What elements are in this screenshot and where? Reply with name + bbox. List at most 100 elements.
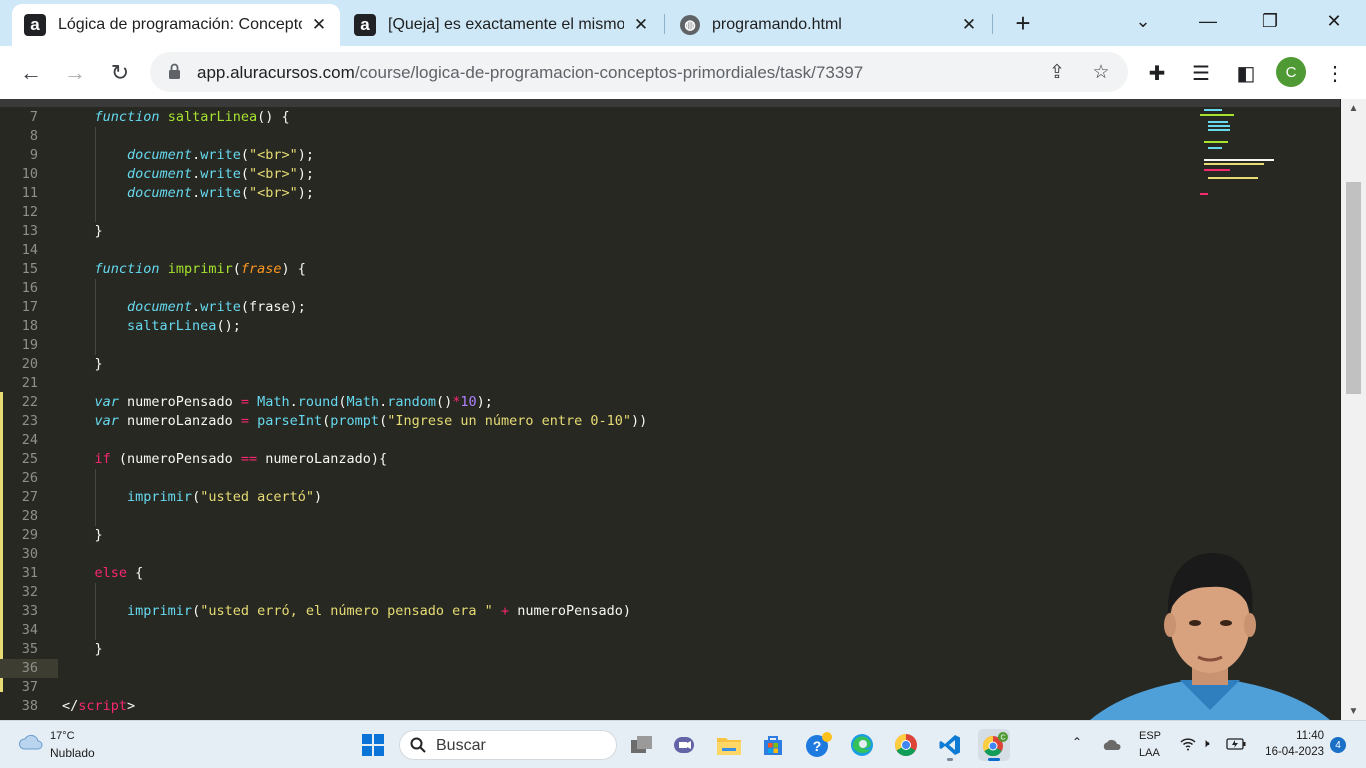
clock-time[interactable]: 11:40 — [1290, 730, 1324, 742]
url-text[interactable]: app.aluracursos.com/course/logica-de-pro… — [197, 63, 863, 83]
file-explorer-icon[interactable] — [713, 729, 745, 761]
code-text[interactable]: function imprimir(frase) { — [62, 260, 306, 279]
windows-taskbar: 17°C Nublado Buscar ? C ⌃ ESP LAA 🕨 11:4… — [0, 720, 1366, 768]
forward-icon[interactable]: → — [60, 58, 90, 88]
code-line[interactable]: 10 document.write("<br>"); — [0, 165, 1340, 184]
wifi-icon[interactable] — [1180, 737, 1196, 751]
media-controls-icon[interactable]: ☰ — [1188, 60, 1214, 86]
code-line[interactable]: 12 — [0, 203, 1340, 222]
code-line[interactable]: 7 function saltarLinea() { — [0, 108, 1340, 127]
volume-icon[interactable]: 🕨 — [1202, 736, 1210, 751]
code-text[interactable]: } — [62, 355, 103, 374]
tab-queja[interactable]: a [Queja] es exactamente el mismo ✕ — [342, 4, 662, 46]
scrollbar-thumb[interactable] — [1346, 182, 1361, 394]
close-window-icon[interactable]: ✕ — [1316, 6, 1352, 36]
code-line[interactable]: 25 if (numeroPensado == numeroLanzado){ — [0, 450, 1340, 469]
code-line[interactable]: 11 document.write("<br>"); — [0, 184, 1340, 203]
extensions-puzzle-icon[interactable]: ✚ — [1144, 60, 1170, 86]
show-hidden-icons-icon[interactable]: ⌃ — [1072, 735, 1082, 749]
code-line[interactable]: 8 — [0, 127, 1340, 146]
chrome-profile-icon[interactable]: C — [978, 729, 1010, 761]
share-icon[interactable]: ⇪ — [1046, 61, 1068, 83]
code-line[interactable]: 15 function imprimir(frase) { — [0, 260, 1340, 279]
line-number: 27 — [21, 489, 38, 505]
close-tab-icon[interactable]: ✕ — [310, 15, 328, 35]
code-line[interactable]: 29 } — [0, 526, 1340, 545]
code-text[interactable]: document.write(frase); — [62, 298, 306, 317]
code-line[interactable]: 18 saltarLinea(); — [0, 317, 1340, 336]
weather-condition[interactable]: Nublado — [50, 746, 95, 760]
code-line[interactable]: 13 } — [0, 222, 1340, 241]
code-text[interactable]: document.write("<br>"); — [62, 165, 314, 184]
code-text[interactable]: document.write("<br>"); — [62, 146, 314, 165]
tab-search-icon[interactable]: ⌄ — [1125, 6, 1161, 36]
bookmark-star-icon[interactable]: ☆ — [1090, 61, 1112, 83]
scroll-down-icon[interactable]: ▼ — [1341, 702, 1366, 720]
code-text[interactable]: </script> — [62, 697, 135, 716]
code-line[interactable]: 21 — [0, 374, 1340, 393]
code-text[interactable]: if (numeroPensado == numeroLanzado){ — [62, 450, 388, 469]
get-help-icon[interactable]: ? — [802, 729, 834, 761]
minimize-icon[interactable]: — — [1190, 6, 1226, 36]
taskbar-search-box[interactable]: Buscar — [399, 730, 617, 760]
new-tab-button[interactable]: + — [1010, 10, 1036, 36]
teams-chat-icon[interactable] — [669, 729, 701, 761]
code-line[interactable]: 9 document.write("<br>"); — [0, 146, 1340, 165]
notification-badge[interactable]: 4 — [1330, 737, 1346, 753]
cloud-weather-icon[interactable] — [18, 733, 44, 751]
code-line[interactable]: 16 — [0, 279, 1340, 298]
code-line[interactable]: 23 var numeroLanzado = parseInt(prompt("… — [0, 412, 1340, 431]
battery-icon[interactable] — [1226, 738, 1246, 750]
code-line[interactable]: 20 } — [0, 355, 1340, 374]
weather-temperature[interactable]: 17°C — [50, 730, 75, 742]
code-text[interactable]: } — [62, 526, 103, 545]
clock-date[interactable]: 16-04-2023 — [1258, 746, 1324, 758]
lock-icon[interactable] — [168, 63, 181, 80]
line-number: 7 — [29, 109, 38, 125]
code-text[interactable]: function saltarLinea() { — [62, 108, 290, 127]
vertical-scrollbar[interactable]: ▲ ▼ — [1341, 99, 1366, 720]
microsoft-store-icon[interactable] — [757, 729, 789, 761]
code-text[interactable]: saltarLinea(); — [62, 317, 241, 336]
vscode-icon[interactable] — [934, 729, 966, 761]
code-line[interactable]: 36 — [0, 659, 58, 678]
keyboard-layout[interactable]: LAA — [1139, 747, 1160, 759]
line-number: 12 — [21, 204, 38, 220]
code-text[interactable]: } — [62, 640, 103, 659]
line-number: 13 — [21, 223, 38, 239]
side-panel-icon[interactable]: ◧ — [1233, 60, 1259, 86]
code-line[interactable]: 24 — [0, 431, 1340, 450]
code-text[interactable]: var numeroLanzado = parseInt(prompt("Ing… — [62, 412, 648, 431]
code-line[interactable]: 27 imprimir("usted acertó") — [0, 488, 1340, 507]
code-text[interactable]: var numeroPensado = Math.round(Math.rand… — [62, 393, 493, 412]
code-text[interactable]: imprimir("usted erró, el número pensado … — [62, 602, 631, 621]
profile-avatar[interactable]: C — [1276, 57, 1306, 87]
edge-browser-icon[interactable] — [846, 729, 878, 761]
code-line[interactable]: 22 var numeroPensado = Math.round(Math.r… — [0, 393, 1340, 412]
code-text[interactable]: imprimir("usted acertó") — [62, 488, 322, 507]
code-line[interactable]: 28 — [0, 507, 1340, 526]
code-text[interactable]: } — [62, 222, 103, 241]
address-bar[interactable]: app.aluracursos.com/course/logica-de-pro… — [150, 52, 1128, 92]
onedrive-cloud-icon[interactable] — [1102, 738, 1122, 751]
close-tab-icon[interactable]: ✕ — [632, 15, 650, 35]
scroll-up-icon[interactable]: ▲ — [1341, 99, 1366, 117]
code-text[interactable]: document.write("<br>"); — [62, 184, 314, 203]
windows-start-icon[interactable] — [362, 734, 384, 756]
chrome-icon[interactable] — [890, 729, 922, 761]
code-line[interactable]: 17 document.write(frase); — [0, 298, 1340, 317]
input-language[interactable]: ESP — [1139, 730, 1161, 742]
code-line[interactable]: 19 — [0, 336, 1340, 355]
task-view-icon[interactable] — [626, 729, 658, 761]
close-tab-icon[interactable]: ✕ — [960, 15, 978, 35]
code-text[interactable]: else { — [62, 564, 144, 583]
reload-icon[interactable]: ↻ — [105, 58, 135, 88]
menu-kebab-icon[interactable]: ⋮ — [1322, 60, 1348, 86]
back-icon[interactable]: ← — [16, 58, 46, 88]
indent-guide — [94, 127, 96, 222]
code-line[interactable]: 14 — [0, 241, 1340, 260]
tab-programando-html[interactable]: ◍ programando.html ✕ — [668, 4, 990, 46]
code-line[interactable]: 26 — [0, 469, 1340, 488]
tab-logica-programacion[interactable]: a Lógica de programación: Conceptos prim… — [12, 4, 340, 46]
restore-icon[interactable]: ❐ — [1252, 6, 1288, 36]
